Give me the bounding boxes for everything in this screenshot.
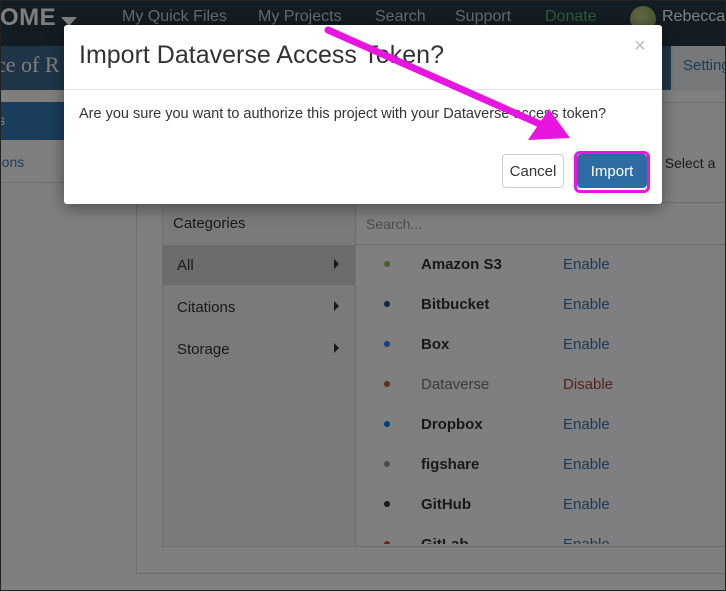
import-token-dialog: Import Dataverse Access Token? × Are you… (64, 25, 662, 204)
modal-header: Import Dataverse Access Token? × (64, 25, 662, 90)
modal-body-text: Are you sure you want to authorize this … (79, 106, 607, 122)
cancel-button[interactable]: Cancel (502, 154, 564, 188)
modal-title: Import Dataverse Access Token? (79, 41, 444, 69)
close-icon[interactable]: × (634, 35, 646, 58)
import-button-highlight (574, 151, 650, 193)
